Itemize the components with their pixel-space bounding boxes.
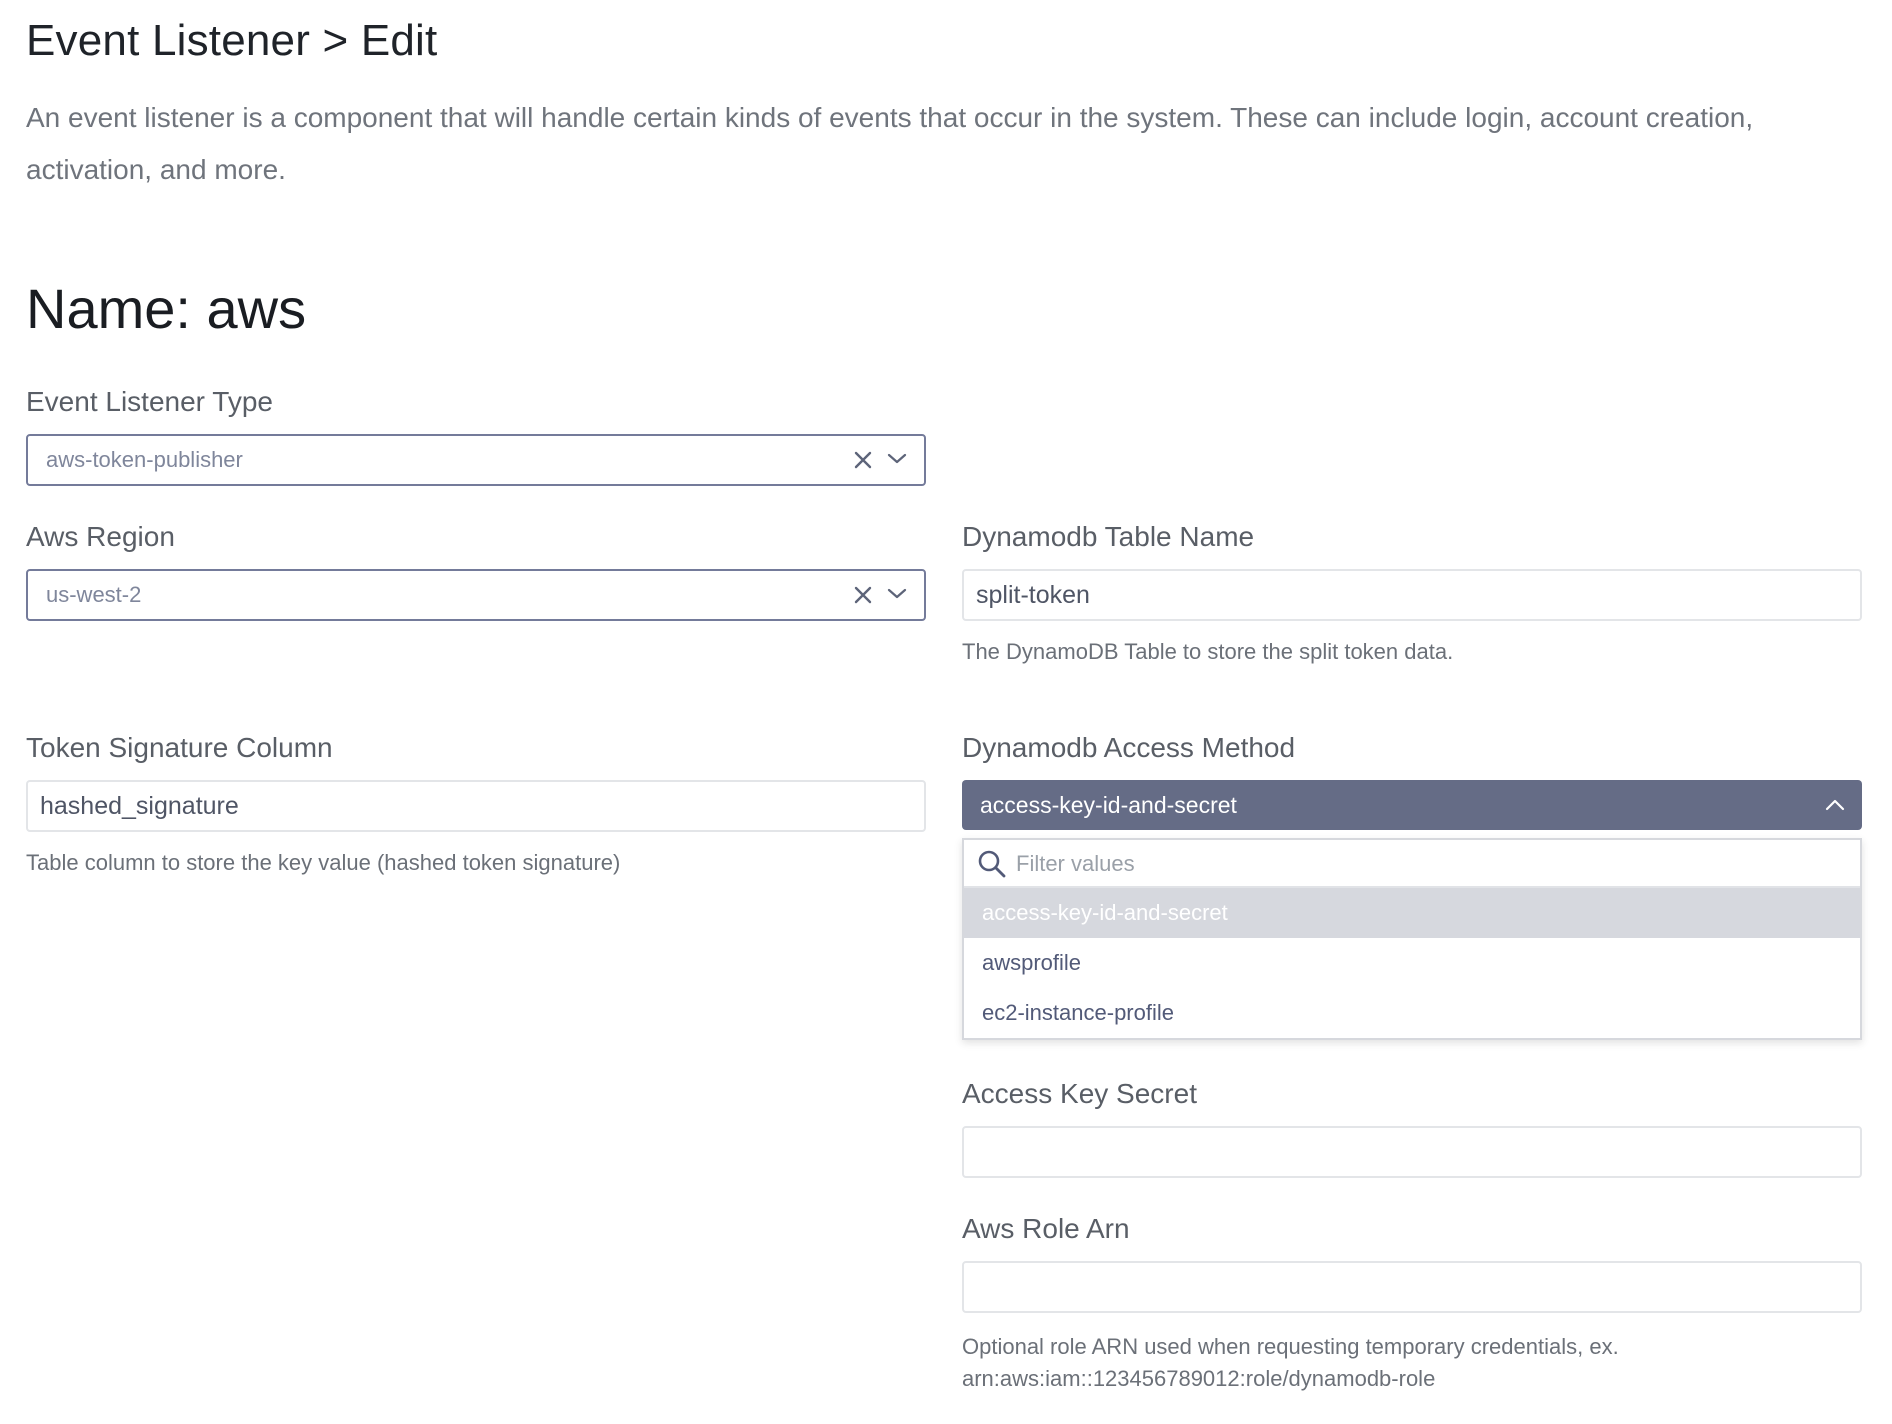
aws-role-arn-help-line-2: arn:aws:iam::123456789012:role/dynamodb-… (962, 1366, 1436, 1391)
dynamodb-table-name-label: Dynamodb Table Name (962, 521, 1255, 552)
aws-region-field: Aws Region us-west-2 (26, 519, 926, 621)
page-title: Name: aws (26, 277, 307, 340)
aws-role-arn-field: Aws Role Arn Optional role ARN used when… (962, 1211, 1862, 1395)
event-listener-type-select[interactable]: aws-token-publisher (26, 434, 926, 486)
event-listener-type-label: Event Listener Type (26, 386, 273, 417)
dynamodb-access-method-field: Dynamodb Access Method access-key-id-and… (962, 730, 1862, 830)
aws-region-value: us-west-2 (46, 582, 142, 607)
aws-role-arn-label: Aws Role Arn (962, 1213, 1130, 1244)
filter-values-input[interactable] (1016, 844, 1846, 884)
access-key-secret-field: Access Key Secret (962, 1076, 1862, 1178)
dropdown-option-ec2-instance-profile[interactable]: ec2-instance-profile (964, 988, 1860, 1038)
chevron-up-icon[interactable] (1822, 780, 1848, 830)
access-key-secret-input[interactable] (962, 1126, 1862, 1178)
page-description: An event listener is a component that wi… (26, 102, 1754, 185)
dynamodb-table-name-field: Dynamodb Table Name split-token The Dyna… (962, 519, 1862, 665)
search-icon (976, 848, 1008, 880)
close-icon[interactable] (848, 436, 878, 484)
dropdown-option-access-key-id-and-secret[interactable]: access-key-id-and-secret (964, 888, 1860, 938)
dynamodb-access-method-value: access-key-id-and-secret (980, 792, 1237, 818)
chevron-down-icon[interactable] (884, 571, 910, 619)
chevron-down-icon[interactable] (884, 436, 910, 484)
aws-region-select[interactable]: us-west-2 (26, 569, 926, 621)
close-icon[interactable] (848, 571, 878, 619)
dropdown-option-awsprofile[interactable]: awsprofile (964, 938, 1860, 988)
dynamodb-table-name-input[interactable]: split-token (962, 569, 1862, 621)
aws-role-arn-help: Optional role ARN used when requesting t… (962, 1331, 1862, 1395)
breadcrumb: Event Listener > Edit (26, 16, 438, 65)
token-signature-column-label: Token Signature Column (26, 732, 333, 763)
access-key-secret-label: Access Key Secret (962, 1078, 1197, 1109)
aws-region-label: Aws Region (26, 521, 175, 552)
token-signature-column-field: Token Signature Column hashed_signature … (26, 730, 926, 876)
event-listener-type-field: Event Listener Type aws-token-publisher (26, 384, 926, 486)
aws-role-arn-input[interactable] (962, 1261, 1862, 1313)
event-listener-edit-page: Event Listener > Edit An event listener … (0, 0, 1892, 1424)
filter-row (964, 840, 1860, 888)
aws-role-arn-help-line-1: Optional role ARN used when requesting t… (962, 1334, 1619, 1359)
dynamodb-table-name-help: The DynamoDB Table to store the split to… (962, 639, 1454, 664)
event-listener-type-value: aws-token-publisher (46, 447, 243, 472)
token-signature-column-help: Table column to store the key value (has… (26, 850, 621, 875)
token-signature-column-input[interactable]: hashed_signature (26, 780, 926, 832)
dynamodb-access-method-label: Dynamodb Access Method (962, 732, 1296, 763)
access-method-dropdown: access-key-id-and-secret awsprofile ec2-… (962, 838, 1862, 1040)
dynamodb-access-method-select[interactable]: access-key-id-and-secret (962, 780, 1862, 830)
